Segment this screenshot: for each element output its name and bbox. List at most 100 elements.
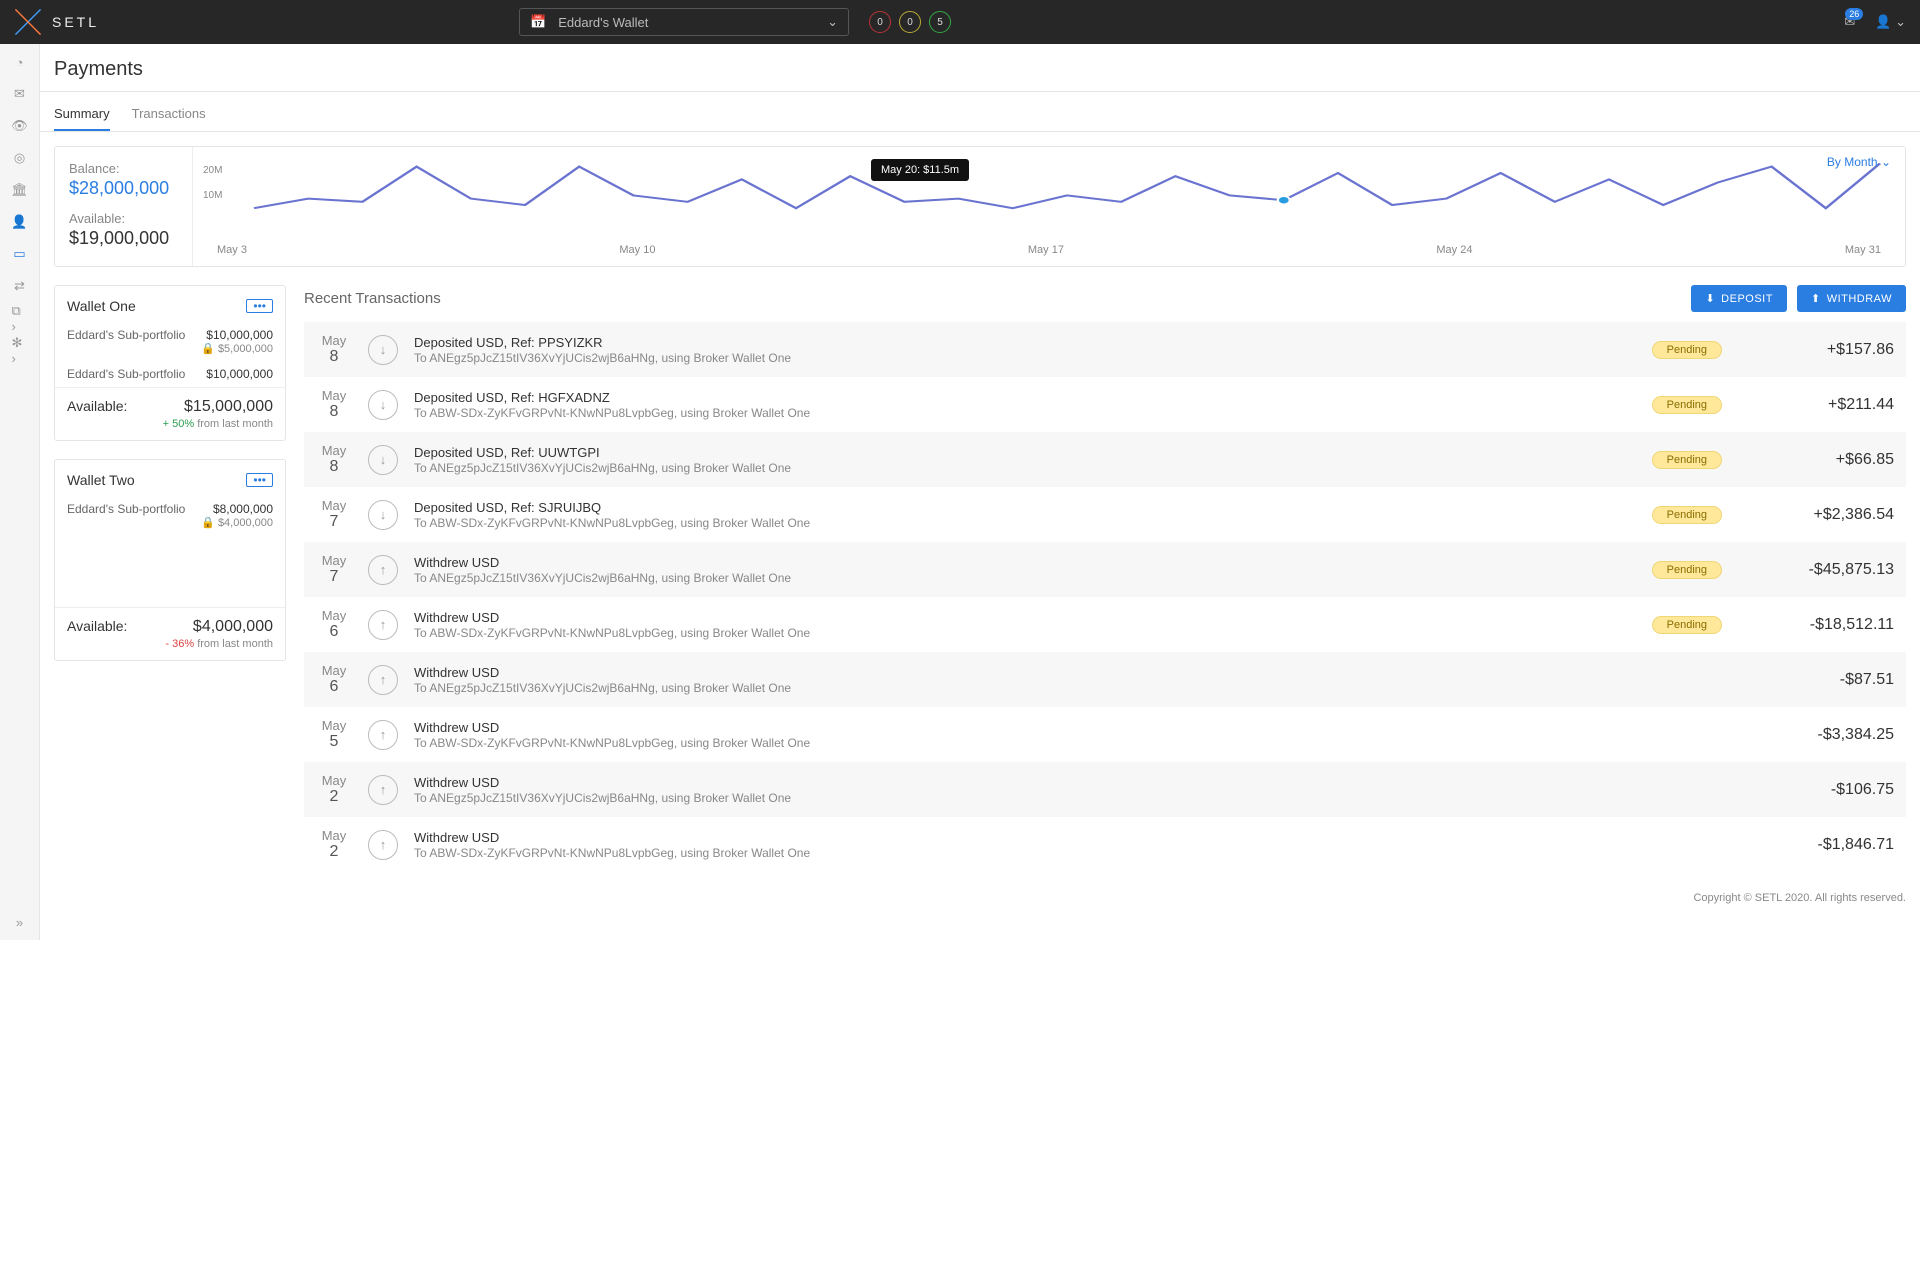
tx-amount: -$87.51	[1764, 671, 1894, 689]
recent-tx-title: Recent Transactions	[304, 290, 441, 307]
tx-title: Withdrew USD	[414, 720, 1748, 735]
transaction-row[interactable]: May8 ↓ Deposited USD, Ref: HGFXADNZTo AB…	[304, 377, 1906, 432]
tx-title: Deposited USD, Ref: UUWTGPI	[414, 445, 1636, 460]
deposit-button[interactable]: ⬇DEPOSIT	[1691, 285, 1787, 312]
available-label: Available:	[69, 211, 178, 226]
balance-chart: By Month ⌄ 20M 10M May 20: $11.5m May 3 …	[193, 147, 1905, 266]
nav-copy-icon[interactable]: ⧉ ›	[12, 310, 28, 326]
subportfolio-amount: $10,000,000	[201, 328, 273, 342]
transaction-row[interactable]: May8 ↓ Deposited USD, Ref: PPSYIZKRTo AN…	[304, 322, 1906, 377]
transaction-row[interactable]: May8 ↓ Deposited USD, Ref: UUWTGPITo ANE…	[304, 432, 1906, 487]
arrow-up-icon: ↑	[368, 830, 398, 860]
user-icon: 👤	[1875, 14, 1891, 29]
nav-user-icon[interactable]: 👤	[12, 214, 28, 230]
nav-bank-icon[interactable]: 🏛	[12, 182, 28, 198]
wallet-name: Wallet Two	[67, 472, 135, 488]
status-red[interactable]: 0	[869, 11, 891, 33]
nav-location-icon[interactable]: ◎	[12, 150, 28, 166]
nav-inbox-icon[interactable]: ✉︎	[12, 86, 28, 102]
tx-date: May8	[316, 388, 352, 421]
wallet-selector[interactable]: 📅 Eddard's Wallet ⌄	[519, 8, 849, 36]
line-chart-svg	[209, 157, 1889, 237]
tx-date: May8	[316, 443, 352, 476]
wallet-delta-suffix: from last month	[197, 638, 273, 650]
available-amount: $19,000,000	[69, 228, 178, 249]
arrow-up-icon: ↑	[368, 720, 398, 750]
tabs: Summary Transactions	[40, 92, 1920, 131]
tab-summary[interactable]: Summary	[54, 106, 110, 131]
chevron-down-icon: ⌄	[1881, 155, 1891, 169]
wallets-column: Wallet One•••Eddard's Sub-portfolio$10,0…	[54, 285, 286, 872]
tab-transactions[interactable]: Transactions	[132, 106, 206, 131]
tx-amount: -$3,384.25	[1764, 726, 1894, 744]
subportfolio-row: Eddard's Sub-portfolio$10,000,000	[55, 361, 285, 387]
tx-date: May5	[316, 718, 352, 751]
wallet-more-button[interactable]: •••	[246, 473, 273, 487]
tx-amount: +$66.85	[1764, 451, 1894, 469]
download-icon: ⬇	[1705, 292, 1715, 305]
transaction-row[interactable]: May7 ↓ Deposited USD, Ref: SJRUIJBQTo AB…	[304, 487, 1906, 542]
wallet-more-button[interactable]: •••	[246, 299, 273, 313]
wallet-card: Wallet Two ••• Eddard's Sub-portfolio $8,00…	[54, 459, 286, 661]
logo-icon	[14, 8, 42, 36]
transactions-column: Recent Transactions ⬇DEPOSIT ⬆WITHDRAW M…	[304, 285, 1906, 872]
tx-subtitle: To ANEgz5pJcZ15tIV36XvYjUCis2wjB6aHNg, u…	[414, 351, 1636, 365]
transaction-row[interactable]: May7 ↑ Withdrew USDTo ANEgz5pJcZ15tIV36X…	[304, 542, 1906, 597]
y-axis: 20M 10M	[203, 165, 222, 201]
tx-amount: +$211.44	[1764, 396, 1894, 414]
tx-subtitle: To ABW-SDx-ZyKFvGRPvNt-KNwNPu8LvpbGeg, u…	[414, 516, 1636, 530]
nav-dashboard-icon[interactable]: ◔	[12, 54, 28, 70]
transaction-row[interactable]: May5 ↑ Withdrew USDTo ABW-SDx-ZyKFvGRPvN…	[304, 707, 1906, 762]
balance-amount: $28,000,000	[69, 178, 178, 199]
withdraw-button[interactable]: ⬆WITHDRAW	[1797, 285, 1906, 312]
tx-amount: -$106.75	[1764, 781, 1894, 799]
tx-subtitle: To ANEgz5pJcZ15tIV36XvYjUCis2wjB6aHNg, u…	[414, 461, 1636, 475]
nav-transfer-icon[interactable]: ⇄	[12, 278, 28, 294]
nav-payments-icon[interactable]: ▭	[12, 246, 28, 262]
tx-status-badge: Pending	[1652, 616, 1722, 634]
status-yellow[interactable]: 0	[899, 11, 921, 33]
tx-subtitle: To ABW-SDx-ZyKFvGRPvNt-KNwNPu8LvpbGeg, u…	[414, 406, 1636, 420]
status-green[interactable]: 5	[929, 11, 951, 33]
chevron-down-icon: ⌄	[827, 14, 838, 30]
arrow-down-icon: ↓	[368, 335, 398, 365]
user-menu[interactable]: 👤 ⌄	[1875, 14, 1906, 30]
arrow-down-icon: ↓	[368, 445, 398, 475]
wallet-available-amount: $15,000,000	[184, 398, 273, 416]
brand-text: SETL	[52, 14, 99, 30]
arrow-down-icon: ↓	[368, 390, 398, 420]
nav-settings-icon[interactable]: ✻ ›	[12, 342, 28, 358]
transaction-row[interactable]: May6 ↑ Withdrew USDTo ABW-SDx-ZyKFvGRPvN…	[304, 597, 1906, 652]
wallet-selected-label: Eddard's Wallet	[558, 15, 648, 30]
transaction-row[interactable]: May6 ↑ Withdrew USDTo ANEgz5pJcZ15tIV36X…	[304, 652, 1906, 707]
transaction-row[interactable]: May2 ↑ Withdrew USDTo ABW-SDx-ZyKFvGRPvN…	[304, 817, 1906, 872]
tx-title: Deposited USD, Ref: PPSYIZKR	[414, 335, 1636, 350]
arrow-down-icon: ↓	[368, 500, 398, 530]
chart-tooltip: May 20: $11.5m	[871, 159, 969, 181]
top-bar: SETL 📅 Eddard's Wallet ⌄ 0 0 5 ✉︎ 26 👤 ⌄	[0, 0, 1920, 44]
tx-subtitle: To ABW-SDx-ZyKFvGRPvNt-KNwNPu8LvpbGeg, u…	[414, 846, 1748, 860]
wallet-card: Wallet One•••Eddard's Sub-portfolio$10,0…	[54, 285, 286, 441]
subportfolio-row: Eddard's Sub-portfolio$10,000,000🔒 $5,00…	[55, 322, 285, 361]
mail-button[interactable]: ✉︎ 26	[1844, 14, 1855, 30]
subportfolio-label: Eddard's Sub-portfolio	[67, 367, 185, 381]
subportfolio-label: Eddard's Sub-portfolio	[67, 502, 185, 529]
arrow-up-icon: ↑	[368, 775, 398, 805]
chart-filter[interactable]: By Month ⌄	[1827, 155, 1891, 169]
tx-status-badge: Pending	[1652, 506, 1722, 524]
subportfolio-row: Eddard's Sub-portfolio$8,000,000🔒 $4,000…	[55, 496, 285, 535]
page-title: Payments	[40, 44, 1920, 91]
transaction-row[interactable]: May2 ↑ Withdrew USDTo ANEgz5pJcZ15tIV36X…	[304, 762, 1906, 817]
tx-amount: +$2,386.54	[1764, 506, 1894, 524]
wallet-name: Wallet One	[67, 298, 136, 314]
tx-title: Withdrew USD	[414, 555, 1636, 570]
subportfolio-amount: $8,000,000	[201, 502, 273, 516]
tx-status-badge: Pending	[1652, 451, 1722, 469]
tx-subtitle: To ANEgz5pJcZ15tIV36XvYjUCis2wjB6aHNg, u…	[414, 571, 1636, 585]
tx-subtitle: To ABW-SDx-ZyKFvGRPvNt-KNwNPu8LvpbGeg, u…	[414, 736, 1748, 750]
wallet-delta: + 50%	[163, 418, 195, 430]
wallet-available-amount: $4,000,000	[193, 618, 273, 636]
arrow-up-icon: ↑	[368, 610, 398, 640]
nav-expand-icon[interactable]: »	[12, 914, 28, 930]
nav-view-icon[interactable]: 👁	[12, 118, 28, 134]
